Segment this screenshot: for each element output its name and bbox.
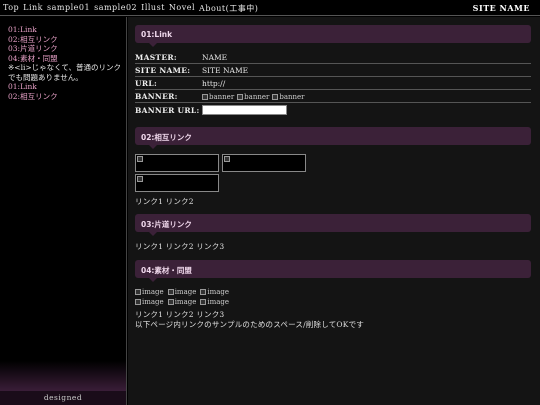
info-row-site-name: SITE NAME: SITE NAME	[135, 64, 531, 77]
banner-alt: banner	[279, 93, 305, 101]
sidebar-link-02[interactable]: 02:相互リンク	[8, 35, 123, 45]
material-note: 以下ページ内リンクのサンプルのためのスペース/削除してOKです	[135, 320, 364, 329]
site-name[interactable]: SITE NAME	[473, 3, 530, 13]
info-row-banner-url: BANNER URL:	[135, 103, 531, 116]
image-alt: image	[174, 298, 197, 306]
image-alt: image	[142, 288, 164, 296]
broken-image-icon	[135, 299, 141, 305]
nav-illust[interactable]: Illust	[141, 3, 165, 14]
material-image[interactable]: image	[167, 288, 197, 296]
banner-url-value	[202, 105, 287, 115]
info-row-master: MASTER: NAME	[135, 51, 531, 64]
mutual-banner-2[interactable]	[222, 154, 306, 172]
oneway-links[interactable]: リンク1 リンク2 リンク3	[135, 241, 224, 252]
banner-image[interactable]: banner	[237, 93, 269, 101]
main-content: 01:Link MASTER: NAME SITE NAME: SITE NAM…	[128, 17, 540, 405]
broken-image-icon	[202, 94, 208, 100]
material-images-row-1: image image image	[135, 288, 229, 296]
sidebar-footer: designed	[0, 391, 126, 405]
broken-image-icon	[137, 156, 143, 162]
material-image[interactable]: image	[167, 298, 197, 306]
info-url-link[interactable]: http://	[202, 79, 225, 88]
sidebar-glow	[0, 361, 126, 391]
banner-alt: banner	[244, 93, 270, 101]
sidebar-note: ※<li>じゃなくて、普通のリンクでも問題ありません。	[8, 63, 122, 82]
link-info-table: MASTER: NAME SITE NAME: SITE NAME URL: h…	[135, 51, 531, 116]
info-row-url: URL: http://	[135, 77, 531, 90]
sidebar-links: 01:Link 02:相互リンク 03:片道リンク 04:素材・同盟 ※<li>…	[8, 25, 123, 101]
section-04-heading: 04:素材・同盟	[135, 260, 531, 282]
image-alt: image	[207, 288, 230, 296]
info-value: NAME	[202, 53, 228, 62]
broken-image-icon	[200, 289, 207, 295]
banner-alt: banner	[209, 93, 235, 101]
section-02-heading: 02:相互リンク	[135, 127, 531, 149]
sidebar-extra-link-02[interactable]: 02:相互リンク	[8, 92, 123, 102]
mutual-banner-1[interactable]	[135, 154, 219, 172]
info-value: SITE NAME	[202, 66, 249, 75]
banner-image[interactable]: banner	[272, 93, 305, 101]
top-bar: Top Link sample01 sample02 Illust Novel …	[0, 0, 540, 16]
nav-sample01[interactable]: sample01	[47, 3, 90, 14]
sidebar-link-03[interactable]: 03:片道リンク	[8, 44, 123, 54]
broken-image-icon	[272, 94, 279, 100]
mutual-banner-3[interactable]	[135, 174, 219, 192]
section-01-heading: 01:Link	[135, 25, 531, 47]
material-image[interactable]: image	[200, 298, 229, 306]
banner-image[interactable]: banner	[202, 93, 234, 101]
material-image[interactable]: image	[135, 298, 164, 306]
info-key: BANNER URL:	[135, 106, 200, 115]
sidebar: 01:Link 02:相互リンク 03:片道リンク 04:素材・同盟 ※<li>…	[0, 17, 127, 405]
info-key: URL:	[135, 79, 158, 88]
top-nav: Top Link sample01 sample02 Illust Novel …	[3, 3, 258, 14]
broken-image-icon	[137, 176, 143, 182]
banner-list: banner banner banner	[202, 93, 305, 101]
broken-image-icon	[224, 156, 230, 162]
banner-url-input[interactable]	[202, 105, 287, 115]
nav-top[interactable]: Top	[3, 3, 19, 14]
nav-about[interactable]: About(工事中)	[199, 3, 258, 14]
broken-image-icon	[135, 289, 141, 295]
broken-image-icon	[200, 299, 207, 305]
broken-image-icon	[237, 94, 244, 100]
nav-link[interactable]: Link	[23, 3, 43, 14]
broken-image-icon	[167, 299, 174, 305]
nav-novel[interactable]: Novel	[169, 3, 195, 14]
sidebar-extra-link-01[interactable]: 01:Link	[8, 82, 123, 92]
image-alt: image	[142, 298, 164, 306]
material-images-row-2: image image image	[135, 298, 229, 306]
mutual-links[interactable]: リンク1 リンク2	[135, 196, 194, 207]
sidebar-link-04[interactable]: 04:素材・同盟	[8, 54, 123, 64]
section-03-heading: 03:片道リンク	[135, 214, 531, 236]
info-key: SITE NAME:	[135, 66, 191, 75]
material-image[interactable]: image	[135, 288, 164, 296]
broken-image-icon	[167, 289, 174, 295]
material-image[interactable]: image	[200, 288, 229, 296]
sidebar-link-01[interactable]: 01:Link	[8, 25, 123, 35]
info-key: MASTER:	[135, 53, 177, 62]
info-key: BANNER:	[135, 92, 178, 101]
nav-sample02[interactable]: sample02	[94, 3, 137, 14]
info-row-banner: BANNER: banner banner banner	[135, 90, 531, 103]
image-alt: image	[207, 298, 230, 306]
image-alt: image	[174, 288, 197, 296]
